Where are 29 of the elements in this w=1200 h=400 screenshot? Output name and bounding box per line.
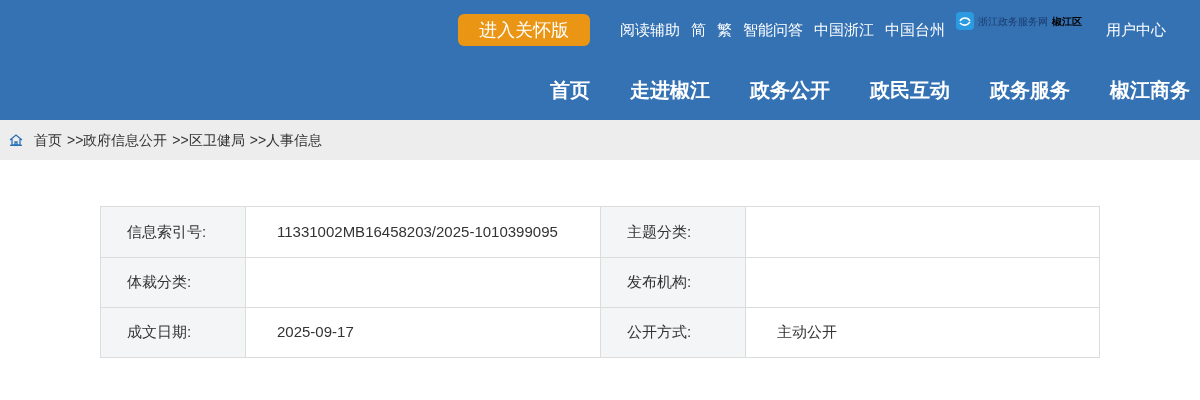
breadcrumb-link[interactable]: >>区卫健局 <box>172 129 245 151</box>
field-label: 体裁分类: <box>101 258 245 307</box>
site-logo[interactable]: 浙江政务服务网 椒江区 <box>956 12 1096 30</box>
home-icon[interactable] <box>9 134 23 146</box>
field-label: 公开方式: <box>600 308 745 357</box>
logo-icon <box>956 12 974 30</box>
header-link[interactable]: 中国浙江 <box>814 18 874 42</box>
field-label: 发布机构: <box>600 258 745 307</box>
breadcrumb-link[interactable]: >>人事信息 <box>249 129 323 151</box>
nav-item[interactable]: 椒江商务 <box>1110 75 1190 105</box>
logo-text: 浙江政务服务网 <box>978 14 1048 29</box>
header-link[interactable]: 智能问答 <box>743 18 803 42</box>
field-label: 信息索引号: <box>101 207 245 257</box>
header-link[interactable]: 阅读辅助 <box>620 18 680 42</box>
breadcrumb-link[interactable]: 首页 <box>34 129 62 151</box>
logo-region: 椒江区 <box>1052 14 1082 29</box>
nav-item[interactable]: 走进椒江 <box>630 75 710 105</box>
field-label: 成文日期: <box>101 308 245 357</box>
header-link[interactable]: 简 <box>691 18 706 42</box>
nav-item[interactable]: 政民互动 <box>870 75 950 105</box>
field-value: 主动公开 <box>745 308 1099 357</box>
user-center-link[interactable]: 用户中心 <box>1106 18 1166 42</box>
breadcrumb-link[interactable]: >>政府信息公开 <box>67 129 168 151</box>
nav-item[interactable]: 政务公开 <box>750 75 830 105</box>
nav-item[interactable]: 首页 <box>550 75 590 105</box>
header-link[interactable]: 繁 <box>717 18 732 42</box>
field-label: 主题分类: <box>600 207 745 257</box>
header-link[interactable]: 中国台州 <box>885 18 945 42</box>
nav-item[interactable]: 政务服务 <box>990 75 1070 105</box>
